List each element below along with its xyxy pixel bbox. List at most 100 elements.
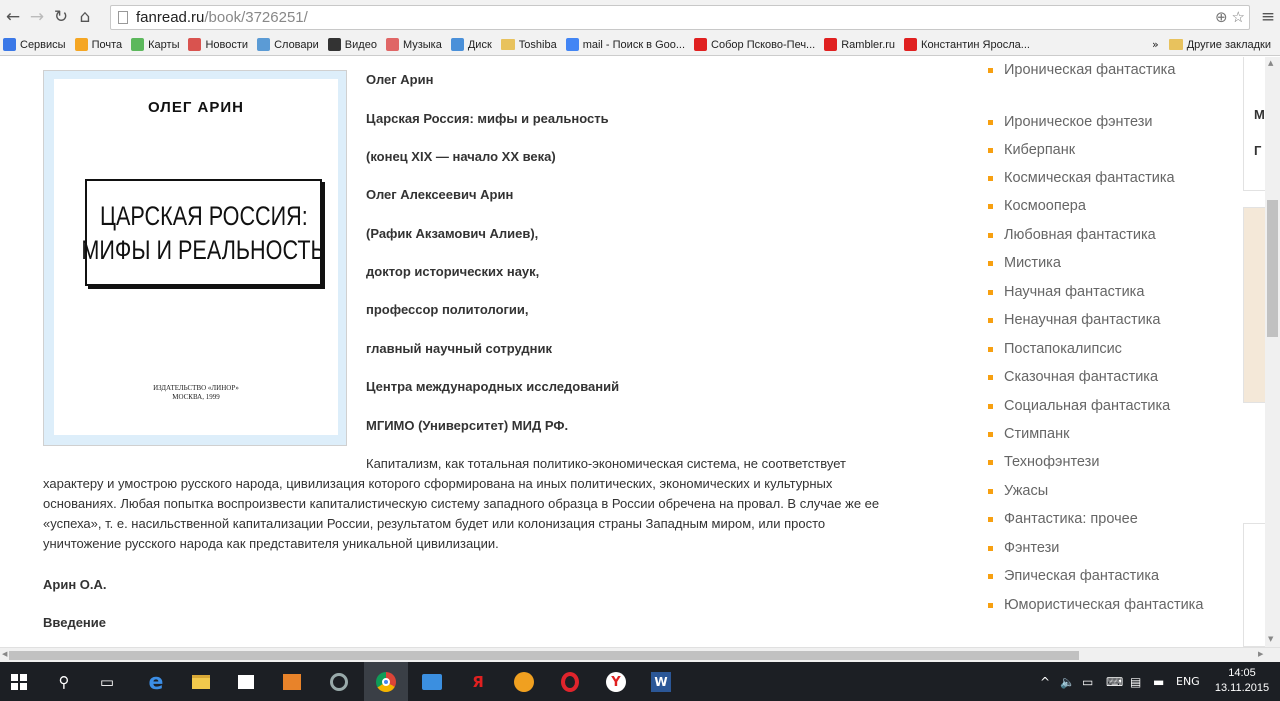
cover-title-line-2: МИФЫ И РЕАЛЬНОСТЬ bbox=[81, 234, 326, 265]
genre-link[interactable]: Социальная фантастика bbox=[1004, 395, 1204, 418]
genre-item[interactable]: Ужасы bbox=[988, 480, 1204, 503]
bookmark-label: Константин Яросла... bbox=[921, 38, 1030, 51]
side-card[interactable] bbox=[1243, 57, 1265, 191]
sun-app-icon[interactable] bbox=[511, 669, 537, 695]
bookmark-item[interactable]: Музыка bbox=[385, 38, 442, 51]
word-icon[interactable]: W bbox=[648, 669, 674, 695]
news-icon bbox=[188, 38, 202, 51]
genre-item[interactable]: Фэнтези bbox=[988, 537, 1204, 560]
zoom-icon[interactable]: ⊕ bbox=[1215, 8, 1228, 26]
scroll-left-icon[interactable]: ◀ bbox=[2, 650, 7, 658]
vertical-scroll-thumb[interactable] bbox=[1267, 200, 1278, 337]
book-cover[interactable]: ОЛЕГ АРИН ЦАРСКАЯ РОССИЯ: МИФЫ И РЕАЛЬНО… bbox=[43, 70, 347, 446]
home-icon[interactable]: ⌂ bbox=[74, 6, 96, 28]
genre-item[interactable]: Ненаучная фантастика bbox=[988, 309, 1204, 332]
tray-chevron-icon[interactable]: ^ bbox=[1040, 675, 1050, 689]
bookmark-item[interactable]: Карты bbox=[131, 38, 179, 51]
genre-item[interactable]: Любовная фантастика bbox=[988, 224, 1204, 247]
app-circle-icon[interactable] bbox=[326, 669, 352, 695]
bookmarks-more-icon[interactable]: » bbox=[1152, 38, 1159, 51]
other-bookmarks-folder[interactable]: Другие закладки bbox=[1168, 39, 1271, 51]
genre-item[interactable]: Ироническое фэнтези bbox=[988, 111, 1204, 134]
genre-link[interactable]: Фантастика: прочее bbox=[1004, 508, 1204, 531]
genre-link[interactable]: Ироническая фантастика bbox=[1004, 59, 1204, 82]
genre-item[interactable]: Юмористическая фантастика bbox=[988, 594, 1204, 617]
bookmark-item[interactable]: Сервисы bbox=[3, 38, 66, 51]
genre-link[interactable]: Стимпанк bbox=[1004, 423, 1204, 446]
genre-item[interactable]: Сказочная фантастика bbox=[988, 366, 1204, 389]
meta-line: МГИМО (Университет) МИД РФ. bbox=[366, 418, 569, 433]
genre-link[interactable]: Космоопера bbox=[1004, 195, 1204, 218]
menu-icon[interactable]: ≡ bbox=[1257, 6, 1279, 28]
volume-icon[interactable]: 🔈 bbox=[1060, 675, 1075, 689]
genre-item[interactable]: Стимпанк bbox=[988, 423, 1204, 446]
genre-link[interactable]: Сказочная фантастика bbox=[1004, 366, 1204, 389]
bookmark-item[interactable]: Словари bbox=[257, 38, 319, 51]
language-indicator[interactable]: ENG bbox=[1176, 675, 1200, 688]
genre-link[interactable]: Любовная фантастика bbox=[1004, 224, 1204, 247]
genre-link[interactable]: Ужасы bbox=[1004, 480, 1204, 503]
genre-link[interactable]: Юмористическая фантастика bbox=[1004, 594, 1204, 617]
genre-link[interactable]: Технофэнтези bbox=[1004, 451, 1204, 474]
start-icon[interactable] bbox=[6, 669, 32, 695]
yandex-browser-icon[interactable]: Я bbox=[465, 669, 491, 695]
bookmark-item[interactable]: Почта bbox=[74, 38, 122, 51]
genre-link[interactable]: Научная фантастика bbox=[1004, 281, 1204, 304]
vertical-scrollbar[interactable]: ▲ ▼ bbox=[1265, 57, 1280, 647]
horizontal-scroll-thumb[interactable] bbox=[9, 651, 1079, 660]
bookmark-item[interactable]: Toshiba bbox=[500, 39, 557, 51]
task-view-icon[interactable]: ▭ bbox=[94, 669, 120, 695]
genre-item[interactable]: Космическая фантастика bbox=[988, 167, 1204, 190]
edge-icon[interactable]: e bbox=[143, 669, 169, 695]
side-ad-card[interactable] bbox=[1243, 207, 1265, 403]
genre-link[interactable]: Фэнтези bbox=[1004, 537, 1204, 560]
genre-link[interactable]: Постапокалипсис bbox=[1004, 338, 1204, 361]
bookmark-item[interactable]: Диск bbox=[450, 38, 492, 51]
genre-item[interactable]: Космоопера bbox=[988, 195, 1204, 218]
yandex-icon[interactable]: Y bbox=[603, 669, 629, 695]
genre-item[interactable]: Эпическая фантастика bbox=[988, 565, 1204, 588]
genre-link[interactable]: Ироническое фэнтези bbox=[1004, 111, 1204, 134]
genre-item[interactable]: Научная фантастика bbox=[988, 281, 1204, 304]
mail-app-icon[interactable] bbox=[419, 669, 445, 695]
bookmark-item[interactable]: Rambler.ru bbox=[824, 38, 895, 51]
genre-item[interactable]: Фантастика: прочее bbox=[988, 508, 1204, 531]
clock[interactable]: 14:05 13.11.2015 bbox=[1212, 666, 1272, 696]
address-bar[interactable]: fanread.ru/book/3726251/ ⊕ ☆ bbox=[110, 5, 1250, 30]
reload-icon[interactable]: ↻ bbox=[50, 6, 72, 28]
scroll-down-icon[interactable]: ▼ bbox=[1268, 635, 1273, 643]
battery-icon[interactable]: ▭ bbox=[1082, 675, 1093, 689]
horizontal-scrollbar[interactable]: ◀ ▶ bbox=[0, 647, 1280, 662]
genre-item[interactable]: Ироническая фантастика bbox=[988, 59, 1204, 82]
genre-item[interactable]: Киберпанк bbox=[988, 139, 1204, 162]
bookmark-item[interactable]: Собор Псково-Печ... bbox=[694, 38, 815, 51]
bookmark-item[interactable]: mail - Поиск в Goo... bbox=[565, 38, 685, 51]
notifications-icon[interactable]: ▬ bbox=[1153, 675, 1164, 689]
bookmark-item[interactable]: Новости bbox=[188, 38, 248, 51]
genre-item[interactable]: Социальная фантастика bbox=[988, 395, 1204, 418]
genre-item[interactable]: Технофэнтези bbox=[988, 451, 1204, 474]
forward-icon[interactable]: → bbox=[26, 6, 48, 28]
genre-link[interactable]: Мистика bbox=[1004, 252, 1204, 275]
scroll-right-icon[interactable]: ▶ bbox=[1258, 650, 1263, 658]
opera-icon[interactable] bbox=[557, 669, 583, 695]
chrome-icon[interactable] bbox=[373, 669, 399, 695]
search-icon[interactable]: ⚲ bbox=[51, 669, 77, 695]
network-icon[interactable]: ▤ bbox=[1130, 675, 1141, 689]
bookmark-item[interactable]: Константин Яросла... bbox=[904, 38, 1030, 51]
genre-link[interactable]: Эпическая фантастика bbox=[1004, 565, 1204, 588]
explorer-icon[interactable] bbox=[188, 669, 214, 695]
scroll-up-icon[interactable]: ▲ bbox=[1268, 59, 1273, 67]
back-icon[interactable]: ← bbox=[2, 6, 24, 28]
genre-link[interactable]: Ненаучная фантастика bbox=[1004, 309, 1204, 332]
keyboard-icon[interactable]: ⌨ bbox=[1106, 675, 1123, 689]
bookmark-item[interactable]: Видео bbox=[327, 38, 377, 51]
side-card[interactable] bbox=[1243, 523, 1265, 647]
genre-item[interactable]: Мистика bbox=[988, 252, 1204, 275]
genre-link[interactable]: Киберпанк bbox=[1004, 139, 1204, 162]
genre-link[interactable]: Космическая фантастика bbox=[1004, 167, 1204, 190]
store-icon[interactable] bbox=[233, 669, 259, 695]
media-icon[interactable] bbox=[279, 669, 305, 695]
genre-item[interactable]: Постапокалипсис bbox=[988, 338, 1204, 361]
bookmark-star-icon[interactable]: ☆ bbox=[1232, 8, 1245, 26]
